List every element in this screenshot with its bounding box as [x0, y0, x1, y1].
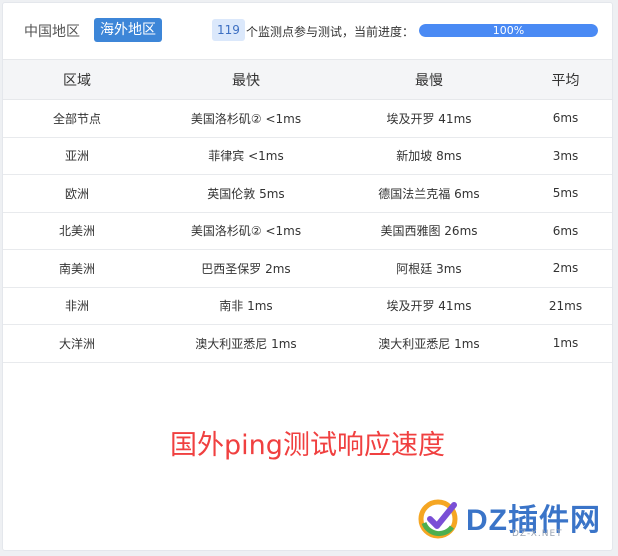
column-header-region: 区域 [3, 59, 151, 100]
cell-fastest: 菲律宾 <1ms [151, 137, 341, 175]
cell-slowest: 德国法兰克福 6ms [341, 174, 517, 213]
cell-average: 6ms [517, 99, 612, 138]
cell-fastest: 巴西圣保罗 2ms [151, 249, 341, 288]
cell-region: 大洋洲 [3, 324, 151, 363]
cell-fastest: 澳大利亚悉尼 1ms [151, 324, 341, 363]
tab-overseas-region[interactable]: 海外地区 [94, 18, 162, 42]
column-header-average: 平均 [517, 59, 612, 100]
cell-fastest: 英国伦敦 5ms [151, 174, 341, 213]
cell-slowest: 澳大利亚悉尼 1ms [341, 324, 517, 363]
cell-average: 1ms [517, 324, 612, 363]
table-row: 北美洲 美国洛杉矶② <1ms 美国西雅图 26ms 6ms [3, 212, 612, 250]
cell-region: 南美洲 [3, 249, 151, 288]
region-toolbar: 中国地区 海外地区 119 个监测点参与测试，当前进度： 100% [3, 3, 612, 59]
table-row: 全部节点 美国洛杉矶② <1ms 埃及开罗 41ms 6ms [3, 99, 612, 138]
cell-fastest: 美国洛杉矶② <1ms [151, 212, 341, 250]
cell-average: 3ms [517, 137, 612, 175]
table-row: 大洋洲 澳大利亚悉尼 1ms 澳大利亚悉尼 1ms 1ms [3, 324, 612, 363]
cell-slowest: 阿根廷 3ms [341, 249, 517, 288]
cell-region: 非洲 [3, 287, 151, 325]
ping-results-table: 区域 最快 最慢 平均 全部节点 美国洛杉矶② <1ms 埃及开罗 41ms 6ms 亚… [3, 59, 612, 363]
cell-region: 亚洲 [3, 137, 151, 175]
table-body: 全部节点 美国洛杉矶② <1ms 埃及开罗 41ms 6ms 亚洲 菲律宾 <1ms 新加坡… [3, 99, 612, 363]
table-header-row: 区域 最快 最慢 平均 [3, 59, 612, 100]
cell-slowest: 美国西雅图 26ms [341, 212, 517, 250]
cell-average: 2ms [517, 249, 612, 288]
cell-slowest: 新加坡 8ms [341, 137, 517, 175]
column-header-fastest: 最快 [151, 59, 341, 100]
ping-result-card: 中国地区 海外地区 119 个监测点参与测试，当前进度： 100% 区域 最快 … [2, 2, 613, 551]
cell-average: 6ms [517, 212, 612, 250]
page-caption: 国外ping测试响应速度 [170, 430, 445, 461]
table-row: 非洲 南非 1ms 埃及开罗 41ms 21ms [3, 287, 612, 325]
dz-logo-icon [418, 499, 458, 539]
cell-region: 北美洲 [3, 212, 151, 250]
cell-average: 21ms [517, 287, 612, 325]
node-count-badge: 119 [212, 19, 245, 41]
column-header-slowest: 最慢 [341, 59, 517, 100]
progress-bar: 100% [419, 24, 598, 37]
table-row: 亚洲 菲律宾 <1ms 新加坡 8ms 3ms [3, 137, 612, 175]
progress-percent-label: 100% [492, 24, 525, 37]
cell-average: 5ms [517, 174, 612, 213]
progress-description: 个监测点参与测试，当前进度： [246, 25, 415, 39]
tab-china-region[interactable]: 中国地区 [24, 21, 80, 41]
table-row: 欧洲 英国伦敦 5ms 德国法兰克福 6ms 5ms [3, 174, 612, 213]
cell-region: 全部节点 [3, 99, 151, 138]
cell-slowest: 埃及开罗 41ms [341, 99, 517, 138]
cell-fastest: 南非 1ms [151, 287, 341, 325]
watermark-url: DZ-X.NET [512, 529, 563, 539]
watermark-logo: DZ插件网 DZ-X.NET [416, 489, 612, 545]
table-row: 南美洲 巴西圣保罗 2ms 阿根廷 3ms 2ms [3, 249, 612, 288]
cell-fastest: 美国洛杉矶② <1ms [151, 99, 341, 138]
cell-slowest: 埃及开罗 41ms [341, 287, 517, 325]
cell-region: 欧洲 [3, 174, 151, 213]
